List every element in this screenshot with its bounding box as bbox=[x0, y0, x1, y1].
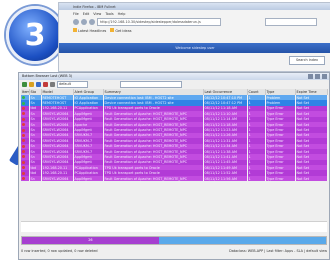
table-cell: Not Set bbox=[295, 175, 328, 182]
menu-help[interactable]: Help bbox=[118, 12, 126, 16]
status-dot-icon bbox=[22, 117, 25, 121]
minimize-icon[interactable] bbox=[308, 74, 313, 79]
dialog-title: Bottom Browser Lost (WEB 3) bbox=[22, 74, 73, 78]
status-dot-icon bbox=[22, 128, 25, 132]
menu-view[interactable]: View bbox=[93, 12, 101, 16]
table-row[interactable]: Sn SRVSYS-W2064 ApplMgmt Fault Generation o… bbox=[21, 116, 328, 122]
bookmarks-bar: Latest Headlines Get ideas bbox=[59, 26, 330, 34]
browser-menubar: File Edit View Tools Help bbox=[59, 10, 330, 17]
status-dot-icon bbox=[22, 160, 25, 164]
bookmark-get-ideas[interactable]: Get ideas bbox=[110, 27, 131, 33]
table-cell: SRVSYS-W2064 bbox=[41, 148, 74, 155]
step-number: 3 bbox=[24, 17, 46, 53]
table-cell: SRVSYS-W2064 bbox=[41, 138, 74, 144]
view-select[interactable] bbox=[120, 81, 182, 88]
view-icon[interactable] bbox=[36, 82, 41, 87]
reload-icon[interactable] bbox=[89, 18, 95, 25]
table-cell: Fault Generation of Apache: HOST_REMOTE_… bbox=[103, 175, 204, 182]
table-cell: 08/12/12 10:47:12 PM bbox=[203, 100, 248, 106]
table-row[interactable]: Sn SRVSYS-W2064 ApplMgmt Fault Generation o… bbox=[21, 154, 328, 160]
status-dot-icon bbox=[22, 106, 25, 110]
table-cell: SRVSYS-W2064 bbox=[41, 175, 74, 182]
table-cell: SRVSYS-W2064 bbox=[41, 111, 74, 117]
status-dot-icon bbox=[22, 112, 25, 116]
url-bar[interactable]: http://192.168.10.30/sidestep/sidesteppe… bbox=[97, 17, 221, 26]
menu-tools[interactable]: Tools bbox=[105, 12, 113, 16]
table-cell: SRVSYS-W2064 bbox=[41, 121, 74, 128]
table-row[interactable]: Sn SRVSYS-W2064 SRVUKM-7 Fault Generation o… bbox=[21, 138, 328, 144]
table-row[interactable]: Sn SRVSYS-W2064 SRVUKM-7 Fault Generation o… bbox=[21, 148, 328, 155]
status-dot-icon bbox=[22, 171, 25, 175]
table-cell: 08/11/12 11:56 AM bbox=[203, 175, 248, 182]
progress-remainder bbox=[158, 237, 326, 244]
table-row[interactable]: Sn SRVSYS-W2064 Apache Fault Generation of … bbox=[21, 121, 328, 128]
status-dot-icon bbox=[22, 96, 25, 100]
table-row[interactable]: Sn SRVSYS-W2064 ApplMgmt Fault Generation o… bbox=[21, 127, 328, 133]
severity-progress-bar: 26 bbox=[21, 236, 327, 245]
menu-edit[interactable]: Edit bbox=[83, 12, 90, 16]
table-cell: SRVSYS-W2064 bbox=[41, 132, 74, 139]
table-row[interactable]: Sn SRVSYS-W2064 SRVUKM-7 Fault Generation o… bbox=[21, 132, 328, 139]
status-right: Dataclass: WEB-APP | Last filter: Apps -… bbox=[229, 248, 327, 253]
table-cell: SRVSYS-W2064 bbox=[41, 154, 74, 160]
table-cell: SRVSYS-W2064 bbox=[41, 143, 74, 149]
table-cell: SRVSYS-W2064 bbox=[41, 159, 74, 166]
browser-navbar: http://192.168.10.30/sidestep/sidesteppe… bbox=[59, 17, 330, 26]
table-row[interactable]: Sn SRVSYS-W2064 ApplMgmt Fault Generation o… bbox=[21, 175, 328, 182]
filter-icon[interactable] bbox=[29, 82, 34, 87]
settings-icon[interactable] bbox=[50, 82, 55, 87]
bookmark-latest-headlines[interactable]: Latest Headlines bbox=[73, 27, 106, 33]
table-cell: SRVSYS-W2064 bbox=[41, 127, 74, 133]
refresh-icon[interactable] bbox=[22, 82, 27, 87]
browser-window: Indie Firefox - IBM Fullnet File Edit Vi… bbox=[58, 2, 330, 72]
bookmark-icon bbox=[110, 27, 115, 32]
status-dot-icon bbox=[22, 177, 25, 181]
empty-area bbox=[21, 221, 327, 232]
progress-label: 26 bbox=[88, 238, 93, 242]
browser-titlebar: Indie Firefox - IBM Fullnet bbox=[59, 3, 330, 10]
status-dot-icon bbox=[22, 155, 25, 159]
status-dot-icon bbox=[22, 133, 25, 137]
status-dot-icon bbox=[22, 144, 25, 148]
forward-icon[interactable] bbox=[81, 18, 87, 25]
table-cell: Sn bbox=[29, 175, 42, 182]
status-bar: 0 row inserted, 0 row updated, 0 row del… bbox=[21, 246, 327, 255]
table-row[interactable]: Sn SRVSYS-W2064 ApplMgmt Fault Generation o… bbox=[21, 111, 328, 117]
page-banner: Welcome sidestep user bbox=[59, 43, 330, 53]
status-dot-icon bbox=[22, 166, 25, 170]
maximize-icon[interactable] bbox=[315, 74, 320, 79]
search-index-button[interactable]: Search index bbox=[289, 56, 325, 65]
status-dot-icon bbox=[22, 101, 25, 105]
menu-file[interactable]: File bbox=[73, 12, 79, 16]
table-row[interactable]: Sn SRVSYS-W2064 ApplMgmt Fault Generation o… bbox=[21, 159, 328, 166]
filter-select[interactable]: default bbox=[57, 81, 88, 88]
status-dot-icon bbox=[22, 150, 25, 154]
dialog-titlebar: Bottom Browser Lost (WEB 3) bbox=[19, 73, 329, 80]
search-input[interactable] bbox=[265, 17, 317, 26]
table-cell: ApplMgmt bbox=[73, 175, 104, 182]
back-icon[interactable] bbox=[73, 18, 79, 25]
status-cell bbox=[21, 175, 30, 182]
status-left: 0 row inserted, 0 row updated, 0 row del… bbox=[21, 248, 98, 253]
step-number-badge: 3 bbox=[6, 6, 64, 64]
table-cell: 1 bbox=[247, 175, 266, 182]
table-cell: Type Error bbox=[265, 175, 296, 182]
rss-icon bbox=[73, 27, 77, 32]
browser-title: Indie Firefox - IBM Fullnet bbox=[73, 4, 116, 9]
table-cell: 08/12/12 10:47:10 PM bbox=[203, 95, 248, 101]
status-dot-icon bbox=[22, 123, 25, 127]
table-row[interactable]: Sn SRVSYS-W2064 SRVUKM-7 Fault Generation o… bbox=[21, 143, 328, 149]
table-cell: SRVSYS-W2064 bbox=[41, 116, 74, 122]
event-list-dialog: Bottom Browser Lost (WEB 3) default Item… bbox=[18, 72, 330, 260]
close-icon[interactable] bbox=[322, 74, 327, 79]
delete-icon[interactable] bbox=[43, 82, 48, 87]
progress-fill: 26 bbox=[22, 237, 159, 244]
status-dot-icon bbox=[22, 139, 25, 143]
event-table: Item Sta Model Alert Group Summary Last Occur… bbox=[21, 89, 328, 182]
dialog-toolbar: default bbox=[19, 80, 329, 89]
